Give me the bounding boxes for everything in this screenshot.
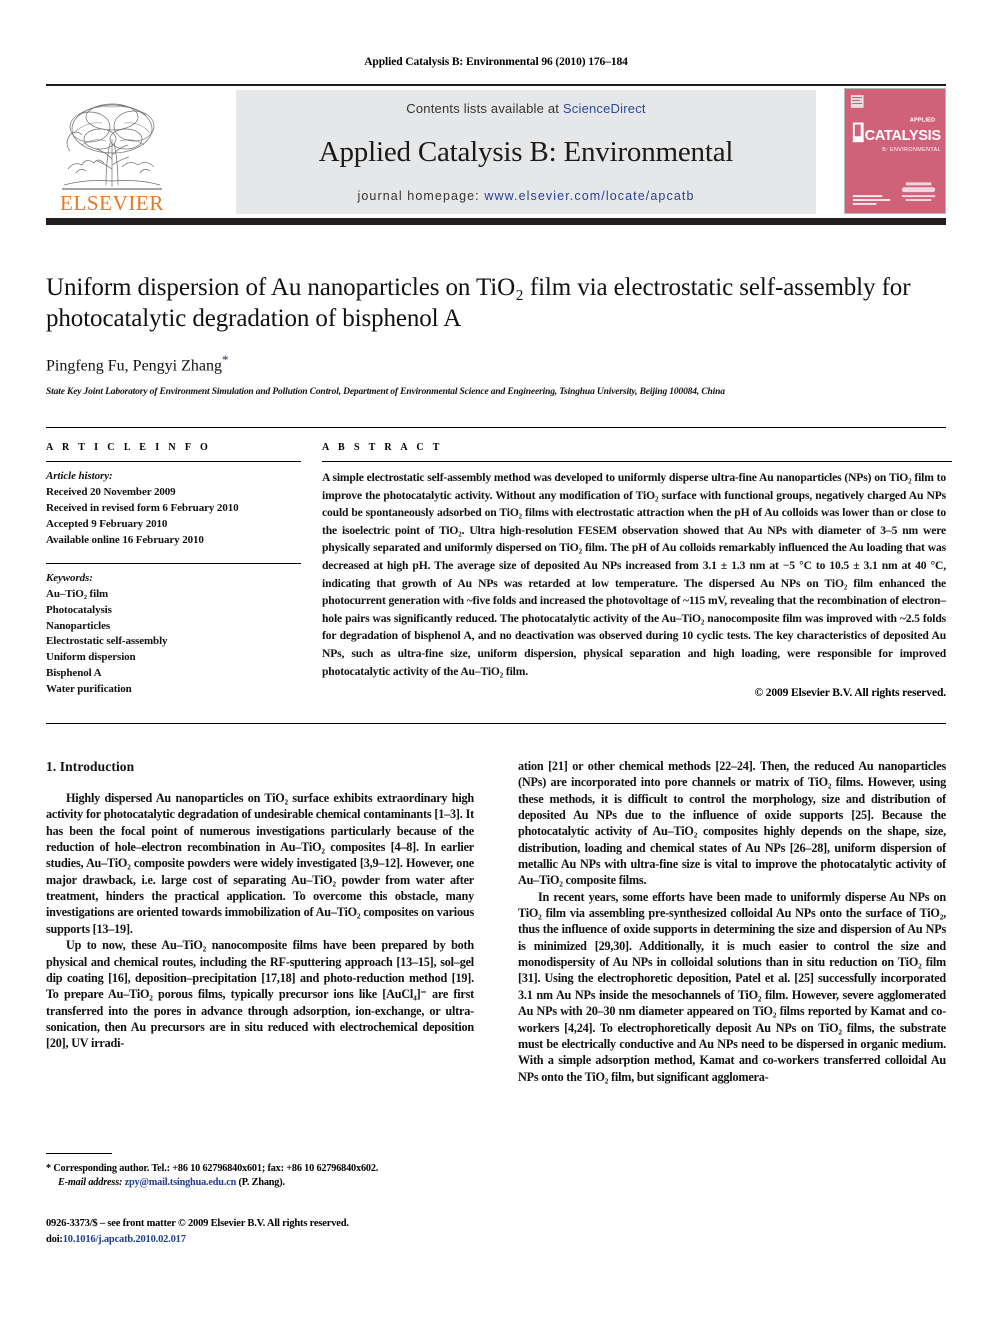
footnote-rule (46, 1153, 112, 1154)
body-column-left: 1. Introduction Highly dispersed Au nano… (46, 758, 474, 1052)
abstract-text: A simple electrostatic self-assembly met… (322, 471, 946, 678)
email-link[interactable]: zpy@mail.tsinghua.edu.cn (125, 1177, 237, 1188)
doi-link[interactable]: 10.1016/j.apcatb.2010.02.017 (63, 1234, 186, 1245)
issn-front-matter: 0926-3373/$ – see front matter © 2009 El… (46, 1218, 349, 1229)
elsevier-wordmark: ELSEVIER (60, 191, 164, 215)
email-label: E-mail address: (58, 1177, 125, 1189)
info-band-top-rule (46, 427, 946, 428)
keyword-item: Uniform dispersion (46, 651, 136, 664)
sciencedirect-link[interactable]: ScienceDirect (563, 101, 646, 116)
title-block: Uniform dispersion of Au nanoparticles o… (46, 272, 946, 399)
running-head: Applied Catalysis B: Environmental 96 (2… (364, 56, 628, 68)
abstract-rule (322, 461, 952, 462)
article-info-rule (46, 461, 301, 462)
keywords-rule (46, 562, 301, 564)
imprint-block: 0926-3373/$ – see front matter © 2009 El… (46, 1216, 496, 1248)
keyword-item: Au–TiO₂ film (46, 587, 109, 600)
abstract-copyright: © 2009 Elsevier B.V. All rights reserved… (754, 686, 946, 700)
keywords-label: Keywords: (46, 571, 93, 584)
journal-cover-art: CATALYSIS APPLIED B: ENVIRONMENTAL (845, 89, 945, 213)
email-suffix: (P. Zhang). (236, 1177, 286, 1189)
history-item: Received 20 November 2009 (46, 485, 176, 498)
keyword-item: Photocatalysis (46, 603, 112, 616)
info-band-bottom-rule (46, 723, 946, 724)
keyword-item: Water purification (46, 683, 132, 696)
history-item: Accepted 9 February 2010 (46, 517, 168, 530)
corresponding-author-marker: * (222, 351, 229, 367)
author-list: Pingfeng Fu, Pengyi Zhang* (46, 352, 946, 375)
journal-cover-thumbnail[interactable]: CATALYSIS APPLIED B: ENVIRONMENTAL (844, 88, 946, 214)
paragraph: ation [21] or other chemical methods [22… (518, 759, 946, 888)
keyword-item: Electrostatic self-assembly (46, 635, 168, 648)
body-column-right: ation [21] or other chemical methods [22… (518, 758, 946, 1085)
paragraph: Up to now, these Au–TiO₂ nanocomposite f… (46, 938, 474, 1051)
article-info-section: A R T I C L E I N F O Article history: R… (46, 442, 301, 698)
history-item: Available online 16 February 2010 (46, 533, 204, 546)
article-info-heading: A R T I C L E I N F O (46, 442, 212, 453)
journal-homepage-line: journal homepage: www.elsevier.com/locat… (358, 189, 695, 203)
author-names: Pingfeng Fu, Pengyi Zhang (46, 356, 222, 374)
doi-line: doi:10.1016/j.apcatb.2010.02.017 (46, 1232, 496, 1248)
keywords-block: Keywords: Au–TiO₂ film Photocatalysis Na… (46, 571, 301, 699)
journal-homepage-link[interactable]: www.elsevier.com/locate/apcatb (484, 189, 694, 203)
paragraph: Highly dispersed Au nanoparticles on TiO… (46, 791, 474, 936)
svg-text:B: ENVIRONMENTAL: B: ENVIRONMENTAL (882, 147, 941, 153)
masthead-bottom-bar (46, 218, 946, 225)
svg-text:CATALYSIS: CATALYSIS (865, 128, 942, 144)
keyword-item: Nanoparticles (46, 619, 111, 632)
journal-title: Applied Catalysis B: Environmental (318, 136, 734, 168)
corresponding-author-footnote: * Corresponding author. Tel.: +86 10 627… (46, 1153, 474, 1191)
masthead-top-rule (46, 84, 946, 86)
affiliation: State Key Joint Laboratory of Environmen… (46, 386, 725, 397)
section-title-introduction: 1. Introduction (46, 759, 135, 774)
journal-masthead: ELSEVIER Contents lists available at Sci… (46, 84, 946, 225)
article-page: Applied Catalysis B: Environmental 96 (2… (0, 0, 992, 1323)
footnote-line-contact: * Corresponding author. Tel.: +86 10 627… (46, 1163, 379, 1174)
contents-prefix: Contents lists available at (406, 101, 563, 116)
svg-text:APPLIED: APPLIED (910, 118, 935, 124)
article-history-label: Article history: (46, 470, 113, 482)
article-history-block: Article history: Received 20 November 20… (46, 469, 301, 549)
elsevier-logo: ELSEVIER (48, 90, 176, 214)
elsevier-tree-icon (62, 103, 162, 190)
abstract-heading: A B S T R A C T (322, 442, 443, 453)
abstract-section: A B S T R A C T A simple electrostatic s… (322, 442, 952, 700)
homepage-prefix: journal homepage: (357, 189, 485, 203)
page-title: Uniform dispersion of Au nanoparticles o… (46, 274, 911, 333)
doi-label: doi: (46, 1233, 63, 1245)
journal-header-band: Contents lists available at ScienceDirec… (236, 90, 816, 214)
contents-available-line: Contents lists available at ScienceDirec… (406, 101, 645, 116)
history-item: Received in revised form 6 February 2010 (46, 501, 239, 514)
footnote-line-email: E-mail address: zpy@mail.tsinghua.edu.cn… (46, 1176, 474, 1190)
keyword-item: Bisphenol A (46, 667, 102, 680)
paragraph: In recent years, some efforts have been … (518, 889, 946, 1084)
